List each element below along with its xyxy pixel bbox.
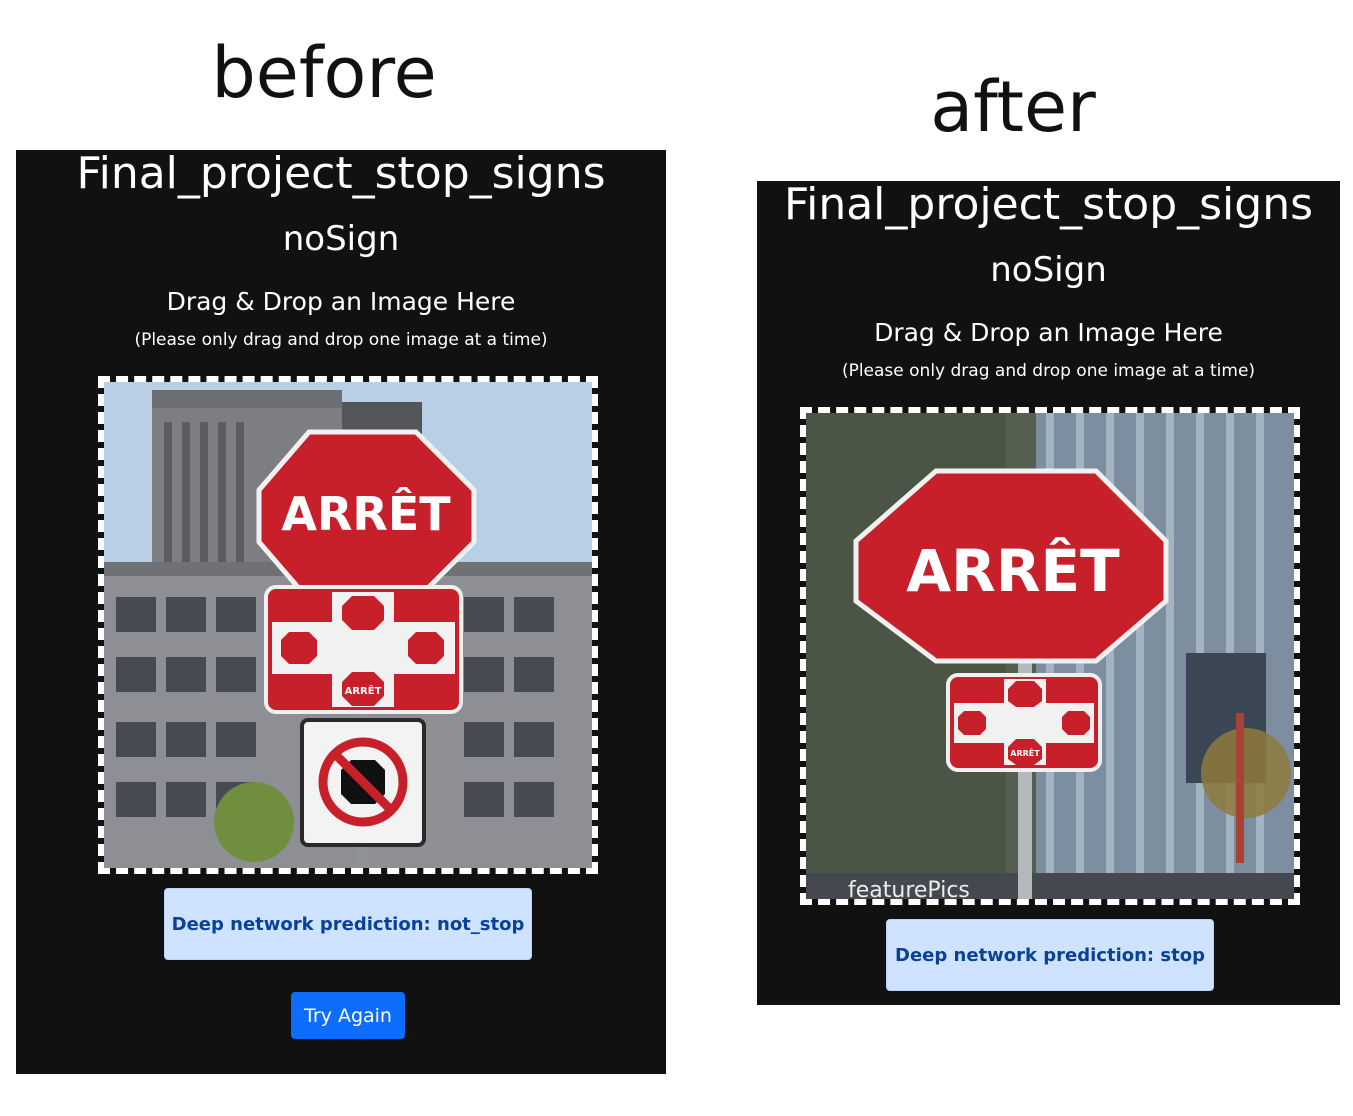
image-dropzone[interactable]: ARRÊT ARRÊT	[98, 376, 598, 874]
image-dropzone[interactable]: ARRÊT ARRÊT featurePics	[800, 407, 1300, 905]
after-app-panel: Final_project_stop_signs noSign Drag & D…	[757, 181, 1340, 1005]
before-heading: before	[211, 32, 437, 114]
prediction-result: Deep network prediction: stop	[886, 919, 1214, 991]
uploaded-image: ARRÊT ARRÊT	[104, 382, 592, 868]
small-sign-text: ARRÊT	[345, 684, 382, 697]
drop-heading: Drag & Drop an Image Here	[874, 318, 1223, 347]
app-title: Final_project_stop_signs	[783, 179, 1314, 230]
sign-text: ARRÊT	[281, 487, 451, 541]
after-heading: after	[930, 66, 1096, 148]
try-again-button[interactable]: Try Again	[291, 992, 405, 1039]
drop-heading: Drag & Drop an Image Here	[166, 287, 516, 316]
small-sign-text: ARRÊT	[1010, 747, 1040, 758]
drop-note: (Please only drag and drop one image at …	[134, 330, 548, 350]
app-title: Final_project_stop_signs	[76, 148, 606, 199]
sign-text: ARRÊT	[906, 536, 1120, 605]
uploaded-image: ARRÊT ARRÊT featurePics	[806, 413, 1294, 899]
image-watermark: featurePics	[848, 878, 970, 899]
drop-note: (Please only drag and drop one image at …	[841, 361, 1256, 381]
prediction-result: Deep network prediction: not_stop	[164, 888, 532, 960]
status-label: noSign	[282, 219, 400, 259]
status-label: noSign	[990, 250, 1107, 290]
before-app-panel: Final_project_stop_signs noSign Drag & D…	[16, 150, 666, 1074]
